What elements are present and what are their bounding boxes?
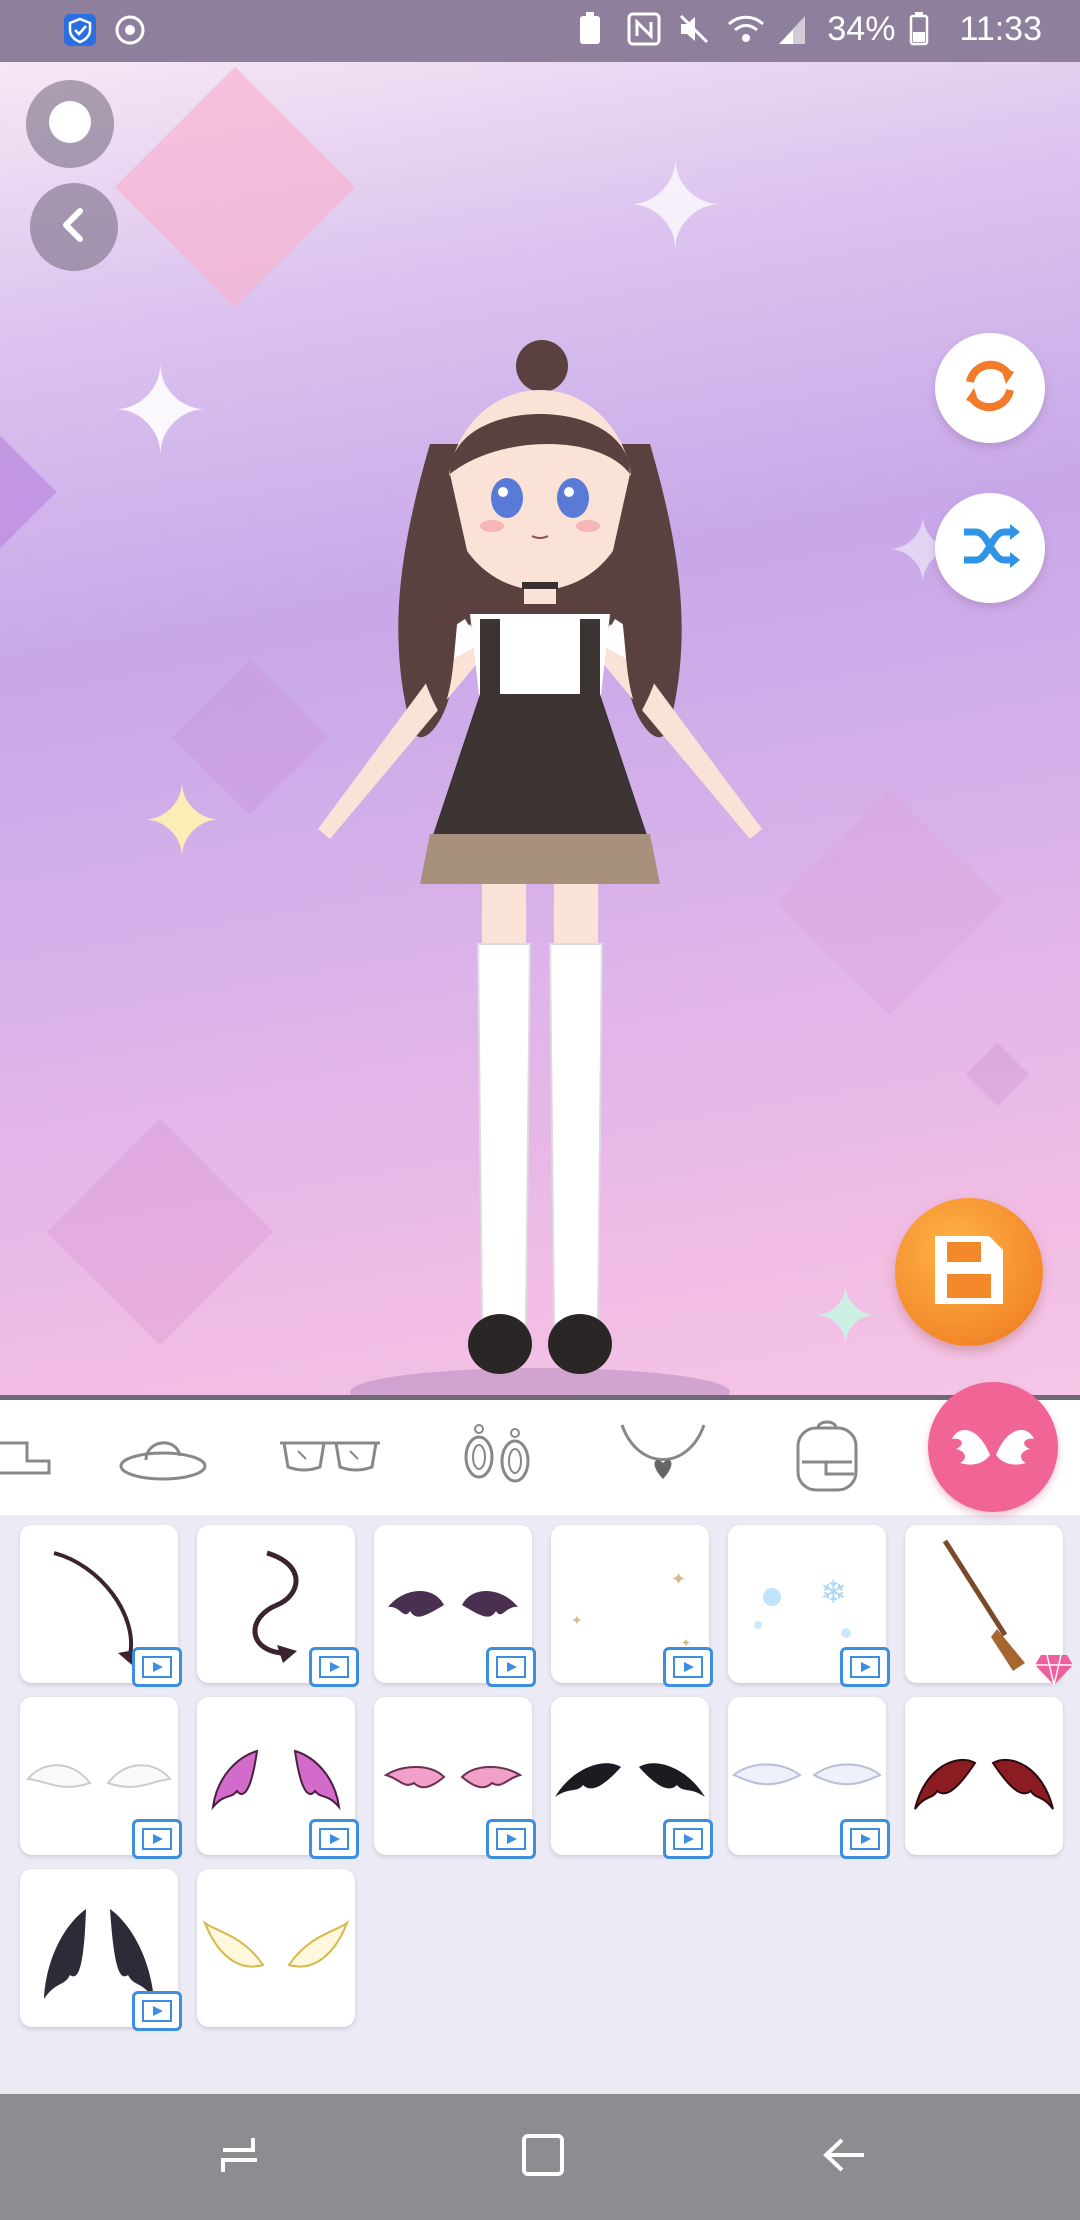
nfc-icon xyxy=(627,12,663,48)
back-icon xyxy=(54,205,94,250)
shield-check-icon xyxy=(62,12,98,48)
svg-text:✦: ✦ xyxy=(671,1569,686,1589)
home-icon xyxy=(518,2130,568,2185)
recent-apps-button[interactable] xyxy=(207,2124,273,2190)
wifi-icon xyxy=(727,12,765,48)
reset-button[interactable] xyxy=(935,333,1045,443)
item-angel-wings-white[interactable] xyxy=(20,1697,182,1859)
video-ad-icon xyxy=(132,1647,182,1687)
item-dark-feather-wings[interactable] xyxy=(20,1869,182,2031)
item-golden-angel-wings[interactable] xyxy=(197,1869,355,2027)
reset-icon xyxy=(956,352,1024,425)
item-devil-tail-1[interactable] xyxy=(20,1525,182,1687)
back-nav-button[interactable] xyxy=(812,2124,878,2190)
category-backpack[interactable] xyxy=(772,1418,882,1498)
category-earrings[interactable] xyxy=(442,1418,552,1498)
video-ad-icon xyxy=(132,1991,182,2031)
system-nav-bar xyxy=(0,2094,1080,2220)
item-pink-bat-wings-small[interactable] xyxy=(374,1697,536,1859)
recent-apps-icon xyxy=(215,2130,265,2185)
video-ad-icon xyxy=(840,1647,890,1687)
decor-diamond xyxy=(776,788,1004,1016)
video-ad-icon xyxy=(132,1819,182,1859)
back-button[interactable] xyxy=(30,183,118,271)
shuffle-button[interactable] xyxy=(935,493,1045,603)
signal-icon xyxy=(777,12,813,48)
avatar-character xyxy=(300,284,780,1395)
video-ad-icon xyxy=(309,1819,359,1859)
earrings-icon xyxy=(457,1423,537,1494)
backpack-icon xyxy=(792,1418,862,1499)
category-hat[interactable] xyxy=(108,1418,218,1498)
category-necklace[interactable] xyxy=(608,1418,718,1498)
record-icon xyxy=(47,99,93,150)
sparkle-decor: ✦ xyxy=(140,766,224,878)
video-ad-icon xyxy=(486,1647,536,1687)
battery-icon xyxy=(909,11,945,48)
decor-diamond xyxy=(965,1042,1030,1107)
home-button[interactable] xyxy=(510,2124,576,2190)
decor-diamond xyxy=(114,66,356,308)
mute-icon xyxy=(677,12,713,48)
sparkle-decor: ✦ xyxy=(110,345,211,479)
svg-text:❄: ❄ xyxy=(820,1574,847,1610)
video-ad-icon xyxy=(663,1647,713,1687)
necklace-icon xyxy=(618,1421,708,1496)
shoes-icon xyxy=(0,1431,55,1486)
video-ad-icon xyxy=(663,1819,713,1859)
status-bar: 34% 11:33 xyxy=(0,0,1080,62)
sparkle-decor: ✦ xyxy=(812,1272,880,1361)
category-shoes[interactable] xyxy=(0,1418,80,1498)
battery-percent: 34% xyxy=(827,10,896,48)
video-ad-icon xyxy=(486,1819,536,1859)
item-red-bat-wings[interactable] xyxy=(905,1697,1063,1855)
video-ad-icon xyxy=(840,1819,890,1859)
shuffle-icon xyxy=(956,512,1024,585)
character-stage: ✦ ✦ ✦ ✦ ✦ xyxy=(0,62,1080,1395)
sync-icon xyxy=(112,12,148,48)
sparkle-decor: ✦ xyxy=(625,140,726,274)
hat-icon xyxy=(118,1426,208,1491)
battery-saver-icon xyxy=(577,11,613,48)
item-devil-tail-2[interactable] xyxy=(197,1525,359,1687)
record-button[interactable] xyxy=(26,80,114,168)
gem-icon xyxy=(1033,1651,1075,1687)
item-snowflakes[interactable]: ❄ xyxy=(728,1525,890,1687)
category-glasses[interactable] xyxy=(275,1418,385,1498)
back-nav-icon xyxy=(820,2130,870,2185)
item-broom[interactable] xyxy=(905,1525,1073,1686)
category-bar xyxy=(0,1395,1080,1515)
item-black-bat-wings[interactable] xyxy=(551,1697,713,1859)
item-sparkles[interactable]: ✦ ✦ ✦ xyxy=(551,1525,713,1687)
video-ad-icon xyxy=(309,1647,359,1687)
decor-diamond xyxy=(0,435,57,549)
save-button[interactable] xyxy=(895,1198,1043,1346)
wings-icon xyxy=(948,1415,1038,1480)
item-feather-wings[interactable] xyxy=(728,1697,890,1859)
glasses-icon xyxy=(278,1431,382,1486)
item-pink-bat-wings[interactable] xyxy=(197,1697,359,1859)
clock: 11:33 xyxy=(959,10,1042,48)
item-bat-wings-small[interactable] xyxy=(374,1525,536,1687)
decor-diamond xyxy=(46,1118,274,1346)
save-icon xyxy=(927,1228,1011,1317)
svg-text:✦: ✦ xyxy=(571,1612,583,1628)
category-wings[interactable] xyxy=(928,1382,1058,1512)
